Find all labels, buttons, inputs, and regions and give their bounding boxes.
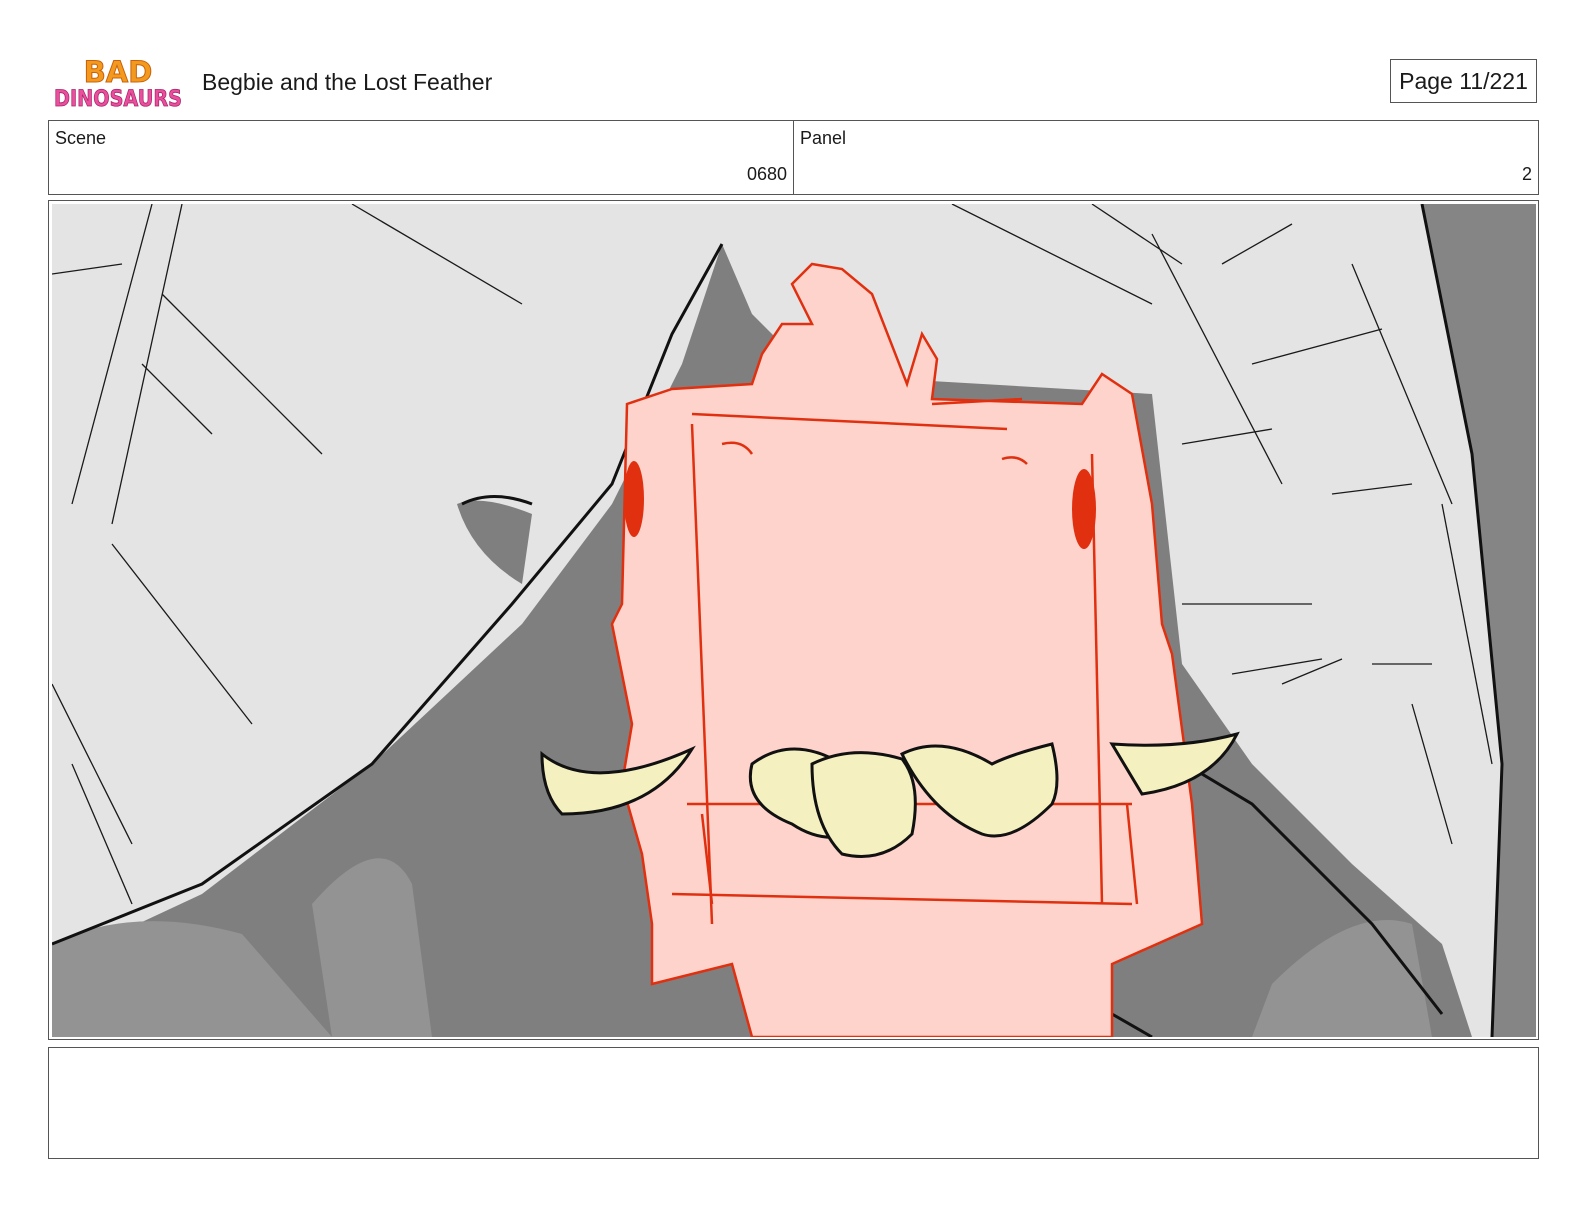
scene-label: Scene [55,128,107,148]
panel-sketch [52,204,1536,1037]
scene-panel-info: Scene 0680 Panel 2 [48,120,1539,195]
panel-number: 2 [1521,164,1532,184]
scene-number: 0680 [746,164,787,184]
panel-notes-text [49,1048,1538,1064]
storyboard-panel-image [52,204,1536,1037]
panel-cell: Panel 2 [793,121,1538,194]
logo-line2: DINOSAURS [54,87,182,112]
logo-line1: BAD [84,55,153,89]
page-indicator: Page 11/221 [1390,59,1537,103]
storyboard-title: Begbie and the Lost Feather [202,69,493,95]
page-value: 11/221 [1459,68,1528,94]
panel-notes-box [48,1047,1539,1159]
bad-dinosaurs-logo: BAD DINOSAURS [52,54,186,113]
page-label: Page [1399,68,1453,94]
panel-label: Panel [800,128,847,148]
nostril-right [1072,469,1096,549]
scene-cell: Scene 0680 [49,121,793,194]
nostril-left [624,461,644,537]
